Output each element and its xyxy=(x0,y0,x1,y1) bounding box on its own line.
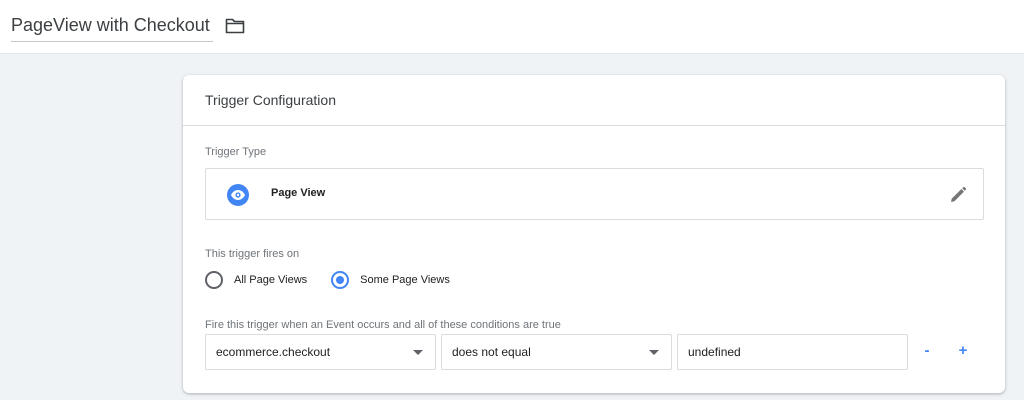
eye-icon xyxy=(227,184,249,206)
trigger-type-name: Page View xyxy=(271,187,326,199)
radio-button[interactable] xyxy=(205,271,223,289)
variable-select[interactable]: ecommerce.checkout xyxy=(205,334,436,370)
trigger-configuration-card: Trigger Configuration Trigger Type Page … xyxy=(183,75,1005,393)
trigger-name: PageView with Checkout xyxy=(11,15,210,35)
card-title: Trigger Configuration xyxy=(205,92,336,108)
top-bar: PageView with Checkout xyxy=(0,0,1024,54)
chevron-down-icon xyxy=(413,350,423,355)
pencil-icon[interactable] xyxy=(949,186,967,204)
operator-value: does not equal xyxy=(452,345,531,359)
fires-on-label: This trigger fires on xyxy=(205,248,300,260)
remove-condition-button[interactable]: - xyxy=(919,341,935,361)
conditions-label: Fire this trigger when an Event occurs a… xyxy=(205,319,561,331)
radio-some-page-views[interactable]: Some Page Views xyxy=(331,271,450,289)
value-input[interactable]: undefined xyxy=(677,334,908,370)
trigger-type-box[interactable]: Page View xyxy=(205,168,984,220)
variable-value: ecommerce.checkout xyxy=(216,345,331,359)
chevron-down-icon xyxy=(649,350,659,355)
folder-icon[interactable] xyxy=(225,17,245,34)
trigger-type-label: Trigger Type xyxy=(205,146,267,158)
radio-button-selected[interactable] xyxy=(331,271,350,289)
card-header: Trigger Configuration xyxy=(183,75,1005,126)
operator-select[interactable]: does not equal xyxy=(441,334,672,370)
trigger-name-field[interactable]: PageView with Checkout xyxy=(11,13,213,42)
radio-all-page-views[interactable]: All Page Views xyxy=(205,271,307,289)
add-condition-button[interactable]: + xyxy=(955,341,971,361)
radio-label: Some Page Views xyxy=(360,274,450,286)
value-text: undefined xyxy=(688,345,741,359)
fires-on-radio-group: All Page Views Some Page Views xyxy=(205,269,450,291)
radio-label: All Page Views xyxy=(234,274,308,286)
